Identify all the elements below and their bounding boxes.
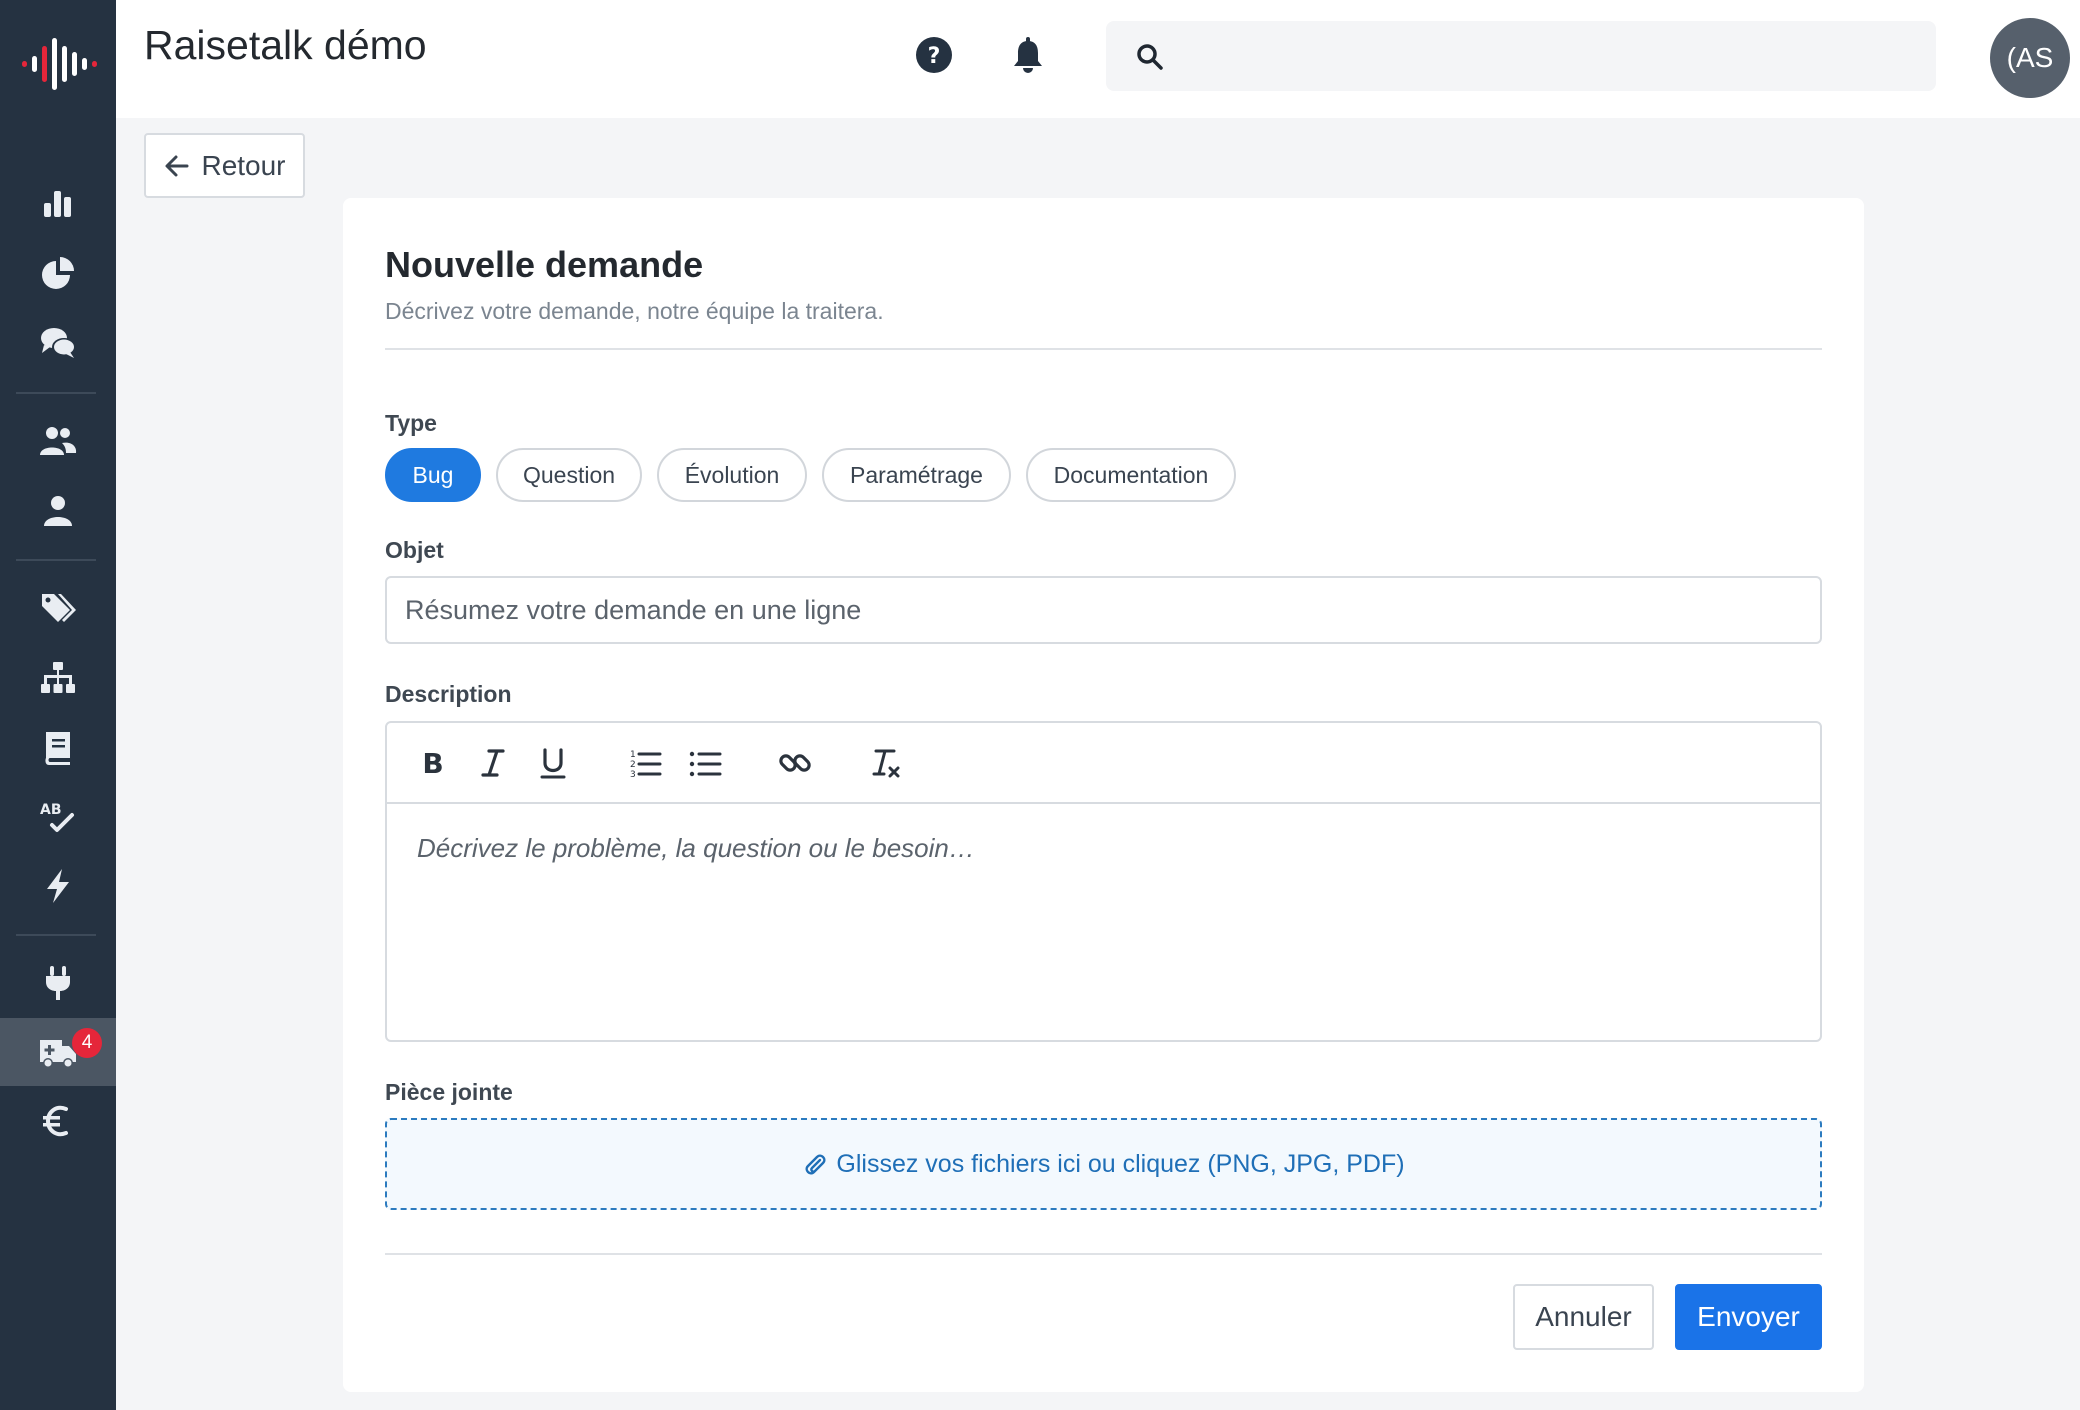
subject-label: Objet [385,537,444,563]
editor-toolbar: B 123 [387,723,1820,804]
svg-text:B: B [422,747,443,780]
cancel-button[interactable]: Annuler [1513,1284,1654,1350]
back-button-label: Retour [201,149,286,181]
search-input[interactable] [1186,31,1906,81]
pie-chart-icon [42,257,74,289]
arrow-left-icon [165,155,189,176]
sidebar-item-reports[interactable] [0,239,116,307]
sidebar-divider [16,934,96,936]
ordered-list-button[interactable]: 123 [625,743,665,783]
help-icon: ? [916,37,952,73]
form-header-divider [385,348,1822,350]
italic-button[interactable] [473,743,513,783]
underline-icon [540,748,566,779]
bullet-list-button[interactable] [685,743,725,783]
sidebar-item-organization[interactable] [0,644,116,712]
new-request-card: Nouvelle demande Décrivez votre demande,… [343,198,1864,1392]
sidebar-item-contacts[interactable] [0,477,116,545]
type-chip-documentation[interactable]: Documentation [1026,448,1236,502]
bar-chart-icon [44,191,71,217]
plug-icon [46,966,70,1000]
notification-badge: 4 [72,1028,102,1058]
underline-button[interactable] [533,743,573,783]
form-subtitle: Décrivez votre demande, notre équipe la … [385,298,884,324]
bold-button[interactable]: B [413,743,453,783]
tags-icon [42,594,76,622]
sidebar-divider [16,559,96,561]
type-chip-evolution[interactable]: Évolution [657,448,807,502]
subject-input[interactable] [385,576,1822,644]
sidebar-item-statistics[interactable] [0,169,116,237]
ordered-list-icon: 123 [630,750,662,780]
spellcheck-icon: AB [40,802,74,832]
clear-format-icon [872,749,900,778]
form-footer-divider [385,1253,1822,1255]
form-title: Nouvelle demande [385,244,704,285]
attachment-label: Pièce jointe [385,1079,513,1105]
notifications-button[interactable] [1007,34,1049,76]
sidebar-item-teams[interactable] [0,407,116,475]
users-icon [40,427,77,455]
sidebar-item-knowledge-base[interactable] [0,714,116,782]
svg-text:1: 1 [630,750,636,760]
dropzone-text: Glissez vos fichiers ici ou cliquez (PNG… [836,1149,1405,1178]
type-chip-question[interactable]: Question [496,448,642,502]
italic-icon [481,749,505,777]
sidebar-item-spellcheck[interactable]: AB [0,783,116,851]
svg-text:2: 2 [630,760,636,770]
submit-button[interactable]: Envoyer [1675,1284,1822,1350]
sidebar-item-conversations[interactable] [0,309,116,377]
link-button[interactable] [775,743,815,783]
back-button[interactable]: Retour [144,133,305,198]
sidebar-item-automations[interactable] [0,852,116,920]
description-placeholder[interactable]: Décrivez le problème, la question ou le … [417,833,975,864]
sidebar-divider [16,392,96,394]
sidebar-item-support[interactable]: 4 [0,1018,116,1086]
top-header: Raisetalk démo ? (AS [116,0,2080,118]
description-editor: B 123 Décrivez le problème, la question … [385,721,1822,1042]
type-chip-bug[interactable]: Bug [385,448,481,502]
svg-text:AB: AB [40,802,62,818]
euro-icon [43,1105,68,1137]
bold-icon: B [422,747,443,780]
bullet-list-icon [689,751,722,777]
user-icon [44,496,72,526]
user-avatar[interactable]: (AS [1990,18,2070,98]
bell-icon [1014,37,1042,73]
paperclip-icon [805,1154,826,1175]
app-logo[interactable] [0,28,116,100]
app-title: Raisetalk démo [144,22,427,68]
soundwave-logo-icon [22,38,97,90]
svg-text:3: 3 [630,770,636,780]
search-icon [1137,44,1163,70]
svg-text:?: ? [928,44,941,69]
book-icon [45,732,70,765]
description-label: Description [385,681,512,707]
sidebar: AB 4 [0,0,116,1410]
sidebar-item-integrations[interactable] [0,949,116,1017]
clear-format-button[interactable] [865,743,905,783]
link-icon [779,754,811,772]
type-chip-parametrage[interactable]: Paramétrage [822,448,1011,502]
sidebar-item-billing[interactable] [0,1087,116,1155]
sidebar-item-tags[interactable] [0,574,116,642]
help-button[interactable]: ? [913,34,955,76]
bolt-icon [47,869,69,903]
type-label: Type [385,410,437,436]
attachment-dropzone[interactable]: Glissez vos fichiers ici ou cliquez (PNG… [385,1118,1822,1210]
search-box [1106,21,1936,91]
sitemap-icon [41,662,75,693]
chat-icon [41,328,76,358]
